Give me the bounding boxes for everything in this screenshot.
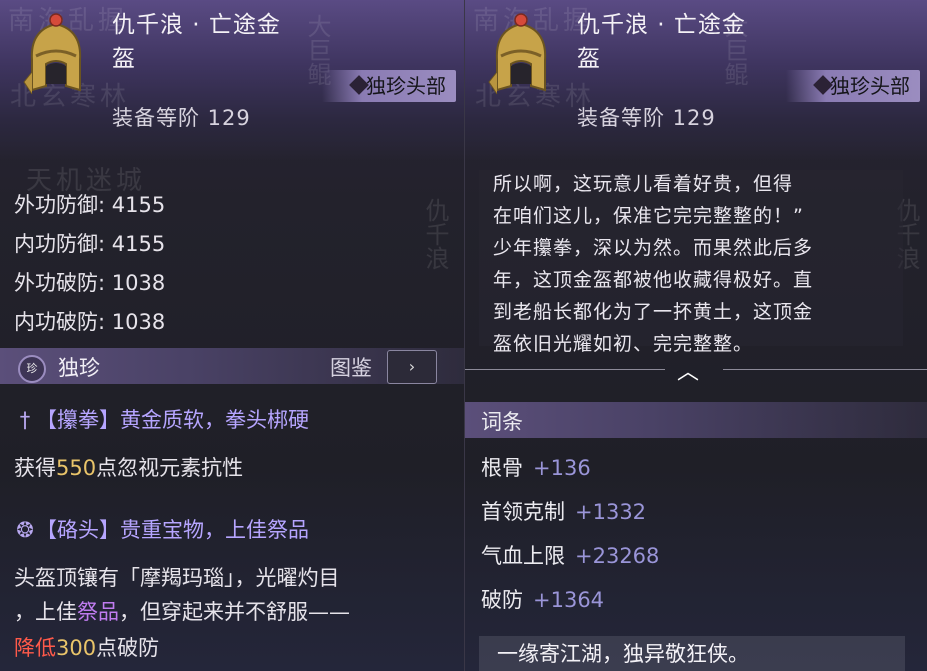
lore-line: 到老船长都化为了一抔黄土，这顶金	[493, 301, 814, 323]
dagger-icon: †	[19, 408, 31, 432]
equipment-rank: 装备等阶 129	[577, 106, 716, 130]
attribute-row: 首领克制 +1332	[481, 500, 647, 524]
codex-button[interactable]: ›	[387, 350, 437, 384]
rarity-tag: 独珍头部	[786, 70, 920, 102]
rarity-label: 独珍头部	[830, 74, 910, 98]
effect-desc: 降低300点破防	[14, 636, 160, 660]
effect-desc: 获得550点忽视元素抗性	[14, 456, 244, 480]
item-title-line1: 仇千浪 · 亡途金	[577, 12, 746, 38]
divider	[465, 369, 665, 370]
item-title-line1: 仇千浪 · 亡途金	[112, 12, 281, 38]
lore-line: 在咱们这儿，保准它完完整整的！”	[493, 205, 804, 227]
unique-label: 珍独珍	[18, 352, 100, 383]
stat-row: 外功防御: 4155	[14, 193, 166, 217]
item-title-line2: 盔	[577, 46, 601, 72]
lore-line: 少年攥拳，深以为然。而果然此后多	[493, 237, 814, 259]
rarity-label: 独珍头部	[366, 74, 446, 98]
collapse-toggle[interactable]: ︿	[465, 352, 927, 386]
lore-text: 所以啊，这玩意儿看着好贵，但得 在咱们这儿，保准它完完整整的！” 少年攥拳，深以…	[493, 168, 903, 360]
helmet-icon	[488, 13, 547, 95]
effect-title: † 【攥拳】黄金质软，拳头梆硬	[14, 404, 309, 434]
codex-label[interactable]: 图鉴	[330, 352, 372, 382]
item-title-line2: 盔	[112, 46, 136, 72]
rarity-tag: 独珍头部	[322, 70, 456, 102]
attribute-row: 根骨 +136	[481, 456, 591, 480]
lore-line: 所以啊，这玩意儿看着好贵，但得	[493, 173, 794, 195]
effect-desc: 头盔顶镶有「摩羯玛瑙」，光曜灼目	[14, 566, 340, 590]
effect-desc: ，上佳祭品，但穿起来并不舒服——	[14, 600, 350, 624]
effect-title: ❂ 【硌头】贵重宝物，上佳祭品	[14, 514, 309, 544]
equipment-rank: 装备等阶 129	[112, 106, 251, 130]
item-title: 仇千浪 · 亡途金 盔	[112, 8, 312, 76]
attribute-row: 气血上限 +23268	[481, 544, 660, 568]
attributes-section-bar	[465, 402, 927, 438]
attribute-row: 破防 +1364	[481, 588, 605, 612]
item-detail-panel-left: 南海乱握 北玄寒林 天机迷城 大巨鲲 仇千浪 仇千浪 · 亡途金 盔 独珍头部 …	[0, 0, 464, 671]
swirl-icon: ❂	[16, 518, 34, 542]
stat-row: 外功破防: 1038	[14, 271, 166, 295]
lore-line: 年，这顶金盔都被他收藏得极好。直	[493, 269, 814, 291]
gem-icon: 珍	[18, 355, 46, 383]
attributes-title: 词条	[481, 410, 523, 434]
stat-row: 内功防御: 4155	[14, 232, 166, 256]
item-quote: 一缘寄江湖，独异敬狂侠。	[479, 636, 905, 671]
helmet-icon	[23, 13, 82, 95]
bg-vertical-text: 仇千浪	[421, 198, 449, 270]
item-title: 仇千浪 · 亡途金 盔	[577, 8, 777, 76]
item-detail-panel-right: 南海乱握 北玄寒林 大巨鲲 仇千浪 仇千浪 · 亡途金 盔 独珍头部 装备等阶 …	[464, 0, 927, 671]
chevron-right-icon: ›	[408, 357, 416, 376]
chevron-up-icon[interactable]: ︿	[677, 354, 699, 386]
divider	[723, 369, 927, 370]
stat-list: 外功防御: 4155 内功防御: 4155 外功破防: 1038 内功破防: 1…	[14, 186, 165, 342]
stat-row: 内功破防: 1038	[14, 310, 166, 334]
